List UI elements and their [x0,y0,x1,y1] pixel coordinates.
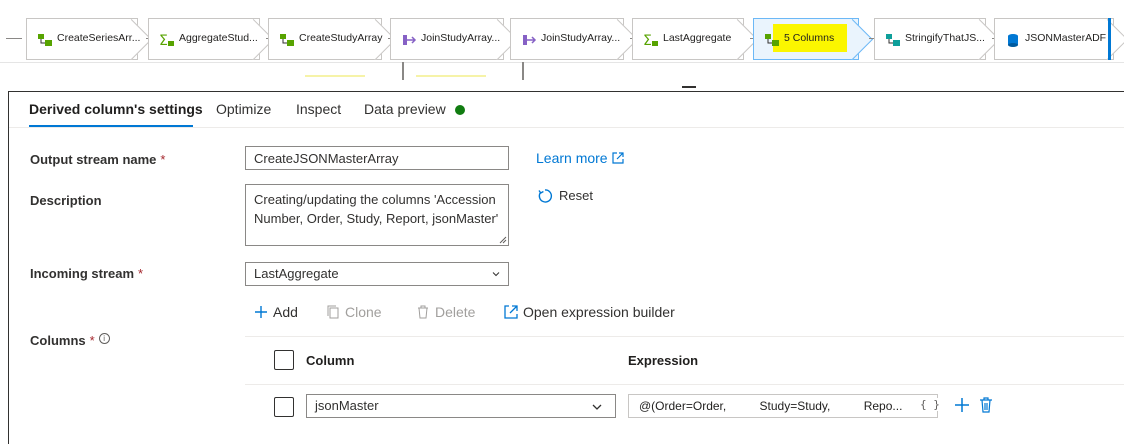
chevron-down-icon [492,272,500,277]
delete-row-icon[interactable] [977,396,995,414]
required-marker: * [89,333,95,348]
panel-resize-handle[interactable] [682,86,696,88]
column-name-value: jsonMaster [315,398,379,413]
pipeline-node-label: JoinStudyArray... [421,32,501,44]
aggregate-icon: Σ [643,33,658,48]
row-checkbox[interactable] [274,397,294,417]
pipeline-node-create-series[interactable]: CreateSeriesArr... [26,18,141,60]
description-label: Description [30,193,102,208]
tab-data-preview[interactable]: Data preview [364,101,446,117]
incoming-stream-label: Incoming stream * [30,266,144,281]
derived-column-icon [280,34,294,46]
sink-icon [1008,34,1018,47]
pipeline-node-join-study-array-1[interactable]: JoinStudyArray... [390,18,504,60]
pipeline-node-aggregate-study[interactable]: Σ AggregateStud... [148,18,260,60]
reset-button[interactable]: Reset [537,188,593,204]
pipeline-node-json-master-adf[interactable]: JSONMasterADF [994,18,1114,60]
description-textarea[interactable]: Creating/updating the columns 'Accession… [245,184,509,246]
pipeline-node-join-study-array-2[interactable]: JoinStudyArray... [510,18,624,60]
columns-label: Columns * i [30,333,110,348]
branch-line [402,62,404,80]
learn-more-link[interactable]: Learn more [536,150,624,166]
svg-text:Σ: Σ [643,33,652,48]
clone-icon [327,305,339,319]
pipeline-node-create-study-array[interactable]: CreateStudyArray [268,18,382,60]
settings-panel: Derived column's settings Optimize Inspe… [8,91,1124,444]
pipeline-node-label: StringifyThatJS... [905,32,985,44]
expression-input[interactable]: @(Order=Order, Study=Study, Repo... [628,394,938,418]
canvas-ruler [0,62,1124,63]
grid-divider [245,384,1124,385]
pipeline-canvas[interactable]: CreateSeriesArr... Σ AggregateStud... Cr… [0,0,1124,90]
reset-icon [538,189,553,203]
open-external-icon [504,305,518,319]
expression-braces-icon[interactable]: { } [920,398,940,411]
pipeline-node-label: JSONMasterADF [1025,32,1107,44]
panel-tabs: Derived column's settings Optimize Inspe… [9,92,1124,128]
select-all-checkbox[interactable] [274,350,294,370]
plus-icon [255,306,267,318]
incoming-stream-select[interactable]: LastAggregate [245,262,509,286]
pipeline-node-stringify[interactable]: StringifyThatJS... [874,18,986,60]
grid-divider [245,336,1124,337]
tab-inspect[interactable]: Inspect [296,101,341,117]
resize-grip-icon[interactable] [499,236,507,244]
add-row-icon[interactable] [953,396,971,414]
description-text: Creating/updating the columns 'Accession… [254,192,499,226]
info-icon[interactable]: i [98,333,110,344]
pipeline-node-last-aggregate[interactable]: Σ LastAggregate [632,18,744,60]
required-marker: * [160,152,166,167]
annotation-mark [305,75,365,77]
pipeline-node-label: LastAggregate [663,32,732,44]
trash-icon [418,305,428,319]
open-expression-builder-button[interactable]: Open expression builder [503,304,675,320]
pipeline-node-label: CreateStudyArray [299,32,383,44]
pipeline-node-label: 5 Columns [784,32,835,44]
output-stream-input[interactable] [245,146,509,170]
delete-button[interactable]: Delete [415,304,475,320]
incoming-stream-value: LastAggregate [254,266,339,281]
branch-line [522,62,524,80]
stringify-icon [886,34,900,46]
pipeline-node-5-columns[interactable]: 5 Columns [753,18,859,60]
tab-optimize[interactable]: Optimize [216,101,271,117]
active-tab-indicator [29,125,193,127]
join-icon [523,35,537,45]
pipeline-node-label: CreateSeriesArr... [57,32,141,44]
column-name-select[interactable]: jsonMaster [306,394,616,418]
connector [6,38,22,39]
add-button[interactable]: Add [253,304,298,320]
external-link-icon [611,152,624,164]
required-marker: * [138,266,144,281]
node-selection-edge [1108,18,1111,60]
chevron-down-icon [592,404,602,410]
aggregate-icon: Σ [159,33,174,48]
tab-derived-column-settings[interactable]: Derived column's settings [29,101,203,117]
expression-header: Expression [628,353,699,368]
derived-column-icon [38,34,52,46]
status-dot-icon [455,105,465,115]
output-stream-label: Output stream name * [30,152,166,167]
column-header: Column [306,353,355,368]
svg-text:Σ: Σ [159,33,168,48]
pipeline-node-label: JoinStudyArray... [541,32,621,44]
join-icon [403,35,417,45]
derived-column-icon [765,34,779,46]
clone-button[interactable]: Clone [325,304,382,320]
annotation-mark [416,75,486,77]
pipeline-node-label: AggregateStud... [179,32,258,44]
